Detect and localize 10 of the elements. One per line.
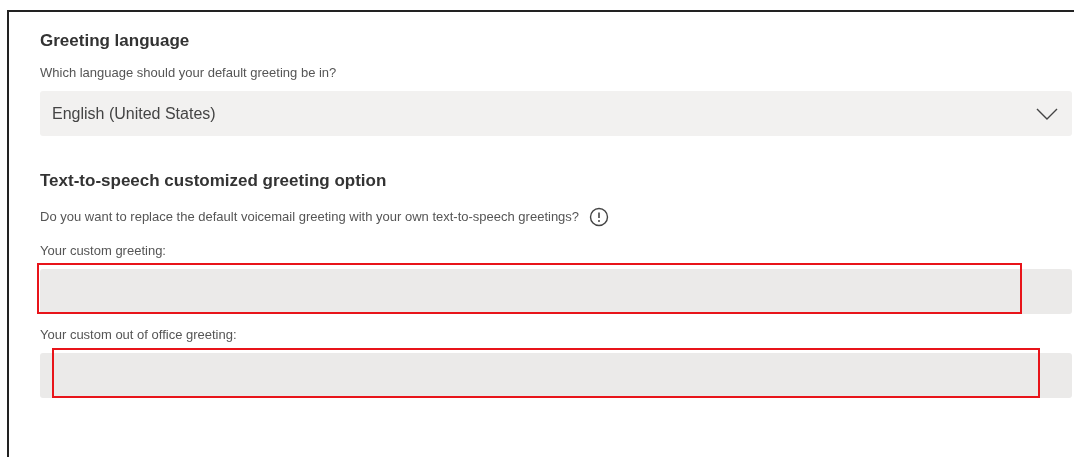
text-field[interactable]	[40, 269, 1072, 314]
info-icon[interactable]	[589, 207, 610, 227]
chevron-down-icon	[1036, 107, 1058, 120]
section-heading: Greeting language	[40, 30, 191, 52]
section-heading: Text-to-speech customized greeting option	[40, 170, 388, 192]
field-label: Your custom greeting:	[40, 243, 167, 259]
language-dropdown[interactable]: English (United States)	[40, 91, 1072, 136]
section-description: Do you want to replace the default voicemail greeting with your own text-to-speech greetings?	[40, 209, 580, 225]
field-label: Your custom out of office greeting:	[40, 327, 238, 343]
section-description: Which language should your default greeting be in?	[40, 65, 338, 81]
